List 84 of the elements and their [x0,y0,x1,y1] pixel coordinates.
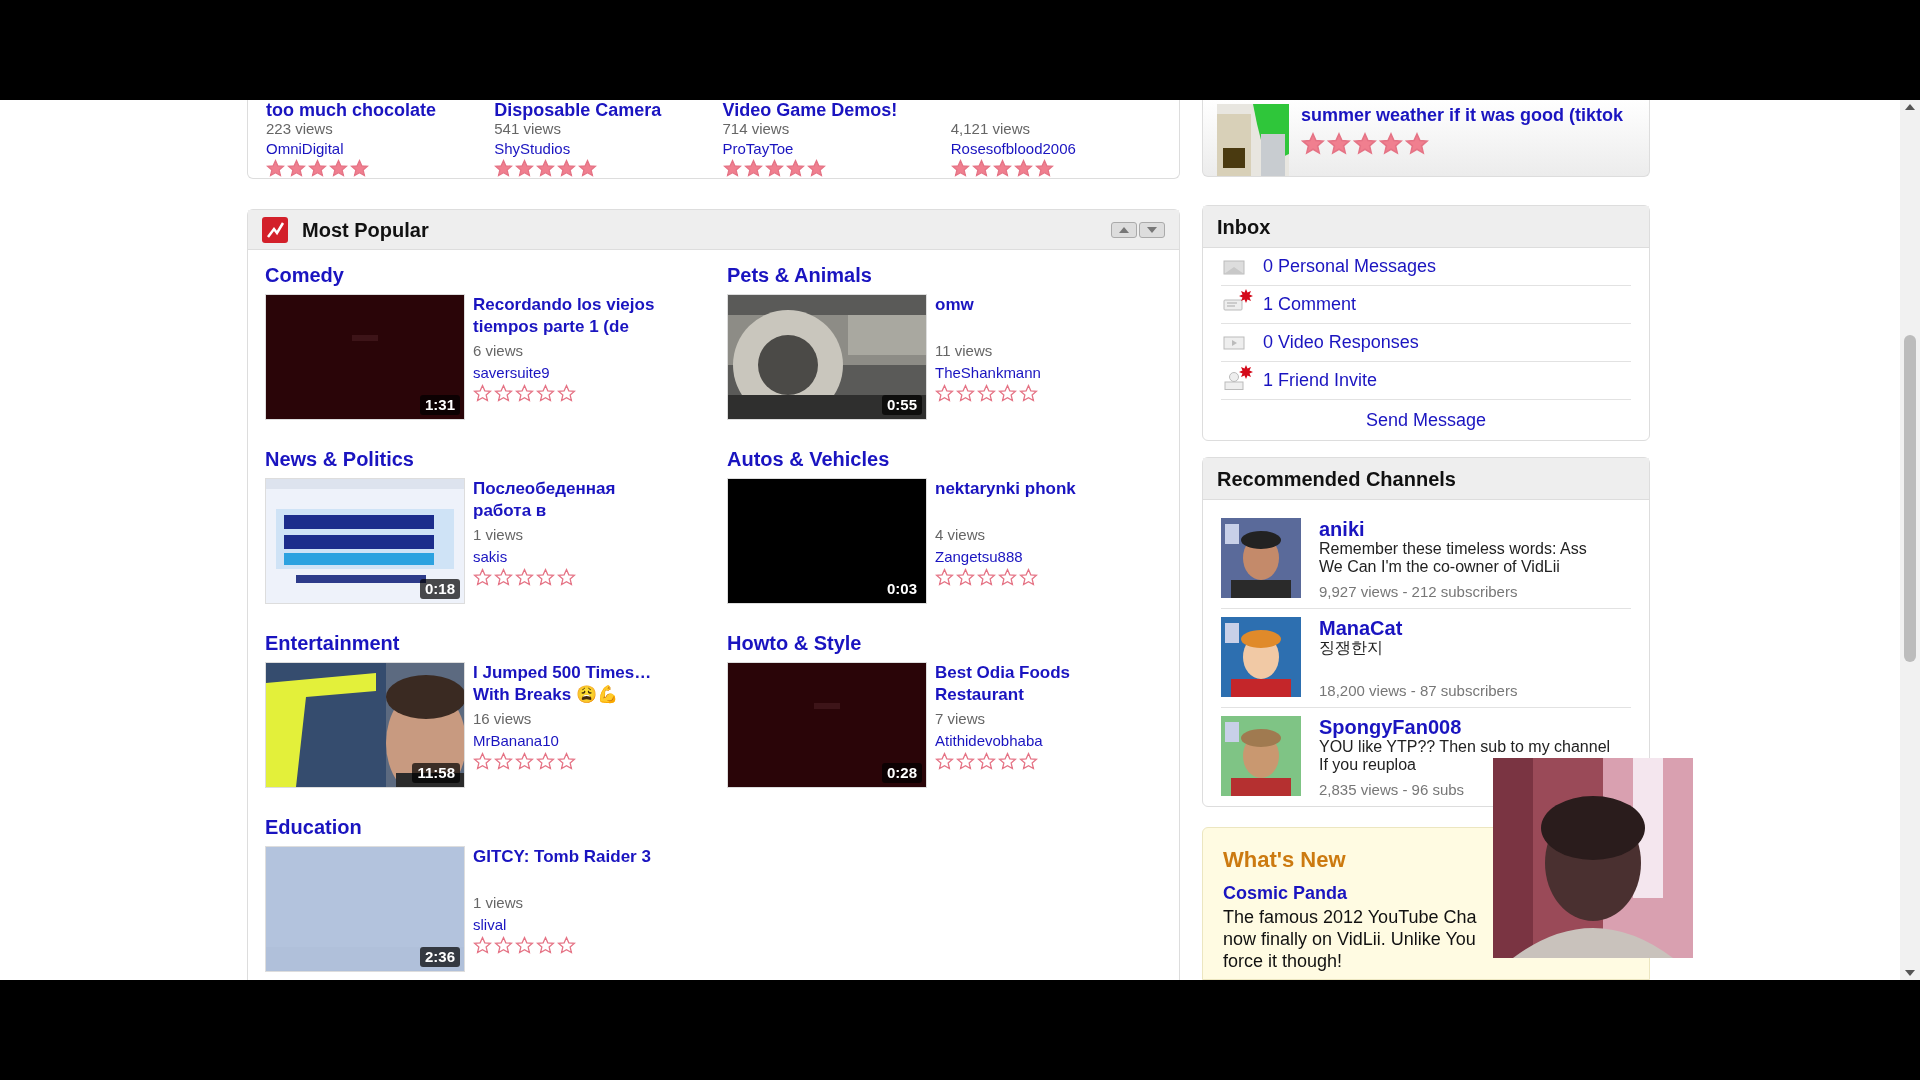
duration-badge: 0:18 [419,579,460,599]
username-link[interactable]: TheShankmann [935,362,1041,384]
video-screen-icon [1223,333,1245,352]
category-heading[interactable]: Pets & Animals [727,262,1189,292]
duration-badge: 0:28 [881,763,922,783]
inbox-link[interactable]: 1 Friend Invite [1263,367,1378,394]
channel-stats: 18,200 views - 87 subscribers [1319,681,1519,701]
category-heading[interactable]: Comedy [265,262,727,292]
view-count: 11 views [935,341,994,361]
down-caret-icon [1146,225,1158,234]
inbox-link[interactable]: 0 Personal Messages [1263,253,1437,280]
category-heading[interactable]: Education [265,814,727,844]
video-title[interactable]: I Jumped 500 Times… With Breaks 😩💪 [473,662,673,706]
panel-title: Recommended Channels [1217,466,1456,492]
username-link[interactable]: ShyStudios [494,139,571,159]
username-link[interactable]: Atithidevobhaba [935,730,1043,752]
up-arrow-icon [1905,104,1915,110]
move-up-button[interactable] [1111,221,1137,238]
username-link[interactable]: sakis [473,546,508,568]
username-link[interactable]: MrBanana10 [473,730,559,752]
panel-title: Most Popular [302,217,429,243]
view-count: 541 views [494,120,562,139]
channel-description: YOU like YTP?? Then sub to my channel If you reuploa [1319,738,1611,774]
envelope-icon [1223,257,1245,276]
person-icon [1223,371,1245,390]
username-link[interactable]: Rosesofblood2006 [950,139,1076,159]
send-message-link[interactable]: Send Message [1365,406,1487,434]
duration-badge: 11:58 [412,763,460,783]
video-title[interactable]: omw [935,294,1135,316]
channel-description: Remember these timeless words: Ass We Can I'm the co-owner of VidLii [1319,540,1588,576]
duration-badge: 0:55 [881,395,922,415]
video-thumbnail[interactable]: 2:36 [265,846,465,972]
duration-badge: 1:31 [419,395,460,415]
channel-stats: 2,835 views - 96 subs [1319,780,1466,800]
move-down-button[interactable] [1139,221,1165,238]
video-title[interactable]: nektarynki phonk [935,478,1135,500]
view-count: 4 views [935,525,987,545]
username-link[interactable]: saversuite9 [473,362,550,384]
category-heading[interactable]: Howto & Style [727,630,1189,660]
view-count: 223 views [266,119,334,139]
duration-badge: 2:36 [419,947,460,967]
username-link[interactable]: OmniDigital [266,139,344,159]
inbox-link[interactable]: 0 Video Responses [1263,329,1419,356]
video-title[interactable]: summer weather if it was good (tiktok [1301,104,1624,126]
news-text: The famous 2012 YouTube Cha now finally on VidLii. Unlike You force it though! [1223,906,1478,972]
video-title[interactable]: Disposable Camera [494,100,662,120]
up-caret-icon [1118,225,1130,234]
view-count: 7 views [935,709,987,729]
channel-name[interactable]: SpongyFan008 [1319,716,1462,738]
channel-description: 징쟁한지 [1319,639,1384,657]
panel-title: What's New [1223,846,1347,874]
inbox-link[interactable]: 1 Comment [1263,291,1357,318]
panel-title: Inbox [1217,214,1271,240]
scrollbar-thumb[interactable] [1904,335,1916,662]
category-heading[interactable]: Autos & Vehicles [727,446,1189,476]
view-count: 6 views [473,341,525,361]
video-thumbnail[interactable]: 1:31 [265,294,465,420]
video-title[interactable]: Video Game Demos! [722,100,898,120]
video-thumbnail[interactable]: 0:55 [727,294,927,420]
video-thumbnail[interactable]: 0:03 [727,478,927,604]
username-link[interactable]: ProTayToe [722,139,794,159]
channel-stats: 9,927 views - 212 subscribers [1319,582,1519,602]
channel-name[interactable]: ManaCat [1319,617,1403,639]
trend-icon [262,216,288,243]
video-title[interactable]: GITCY: Tomb Raider 3 [473,846,673,868]
username-link[interactable]: Zangetsu888 [935,546,1023,568]
down-arrow-icon [1905,970,1915,976]
channel-name[interactable]: aniki [1319,518,1365,540]
view-count: 4,121 views [950,119,1031,139]
view-count: 16 views [473,709,533,729]
news-title[interactable]: Cosmic Panda [1223,882,1348,904]
video-title[interactable]: too much chocolate [266,100,436,120]
video-title[interactable]: Recordando los viejos tiempos parte 1 (de [473,294,673,338]
video-thumbnail[interactable]: 11:58 [265,662,465,788]
view-count: 1 views [473,893,525,913]
video-title[interactable]: Послеобеденная работа в [473,478,673,522]
view-count: 714 views [722,119,791,139]
category-heading[interactable]: Entertainment [265,630,727,660]
video-thumbnail[interactable]: 0:28 [727,662,927,788]
video-title[interactable]: Best Odia Foods Restaurant [935,662,1135,706]
category-heading[interactable]: News & Politics [265,446,727,476]
username-link[interactable]: slival [473,914,507,936]
video-thumbnail[interactable]: 0:18 [265,478,465,604]
view-count: 1 views [473,525,525,545]
